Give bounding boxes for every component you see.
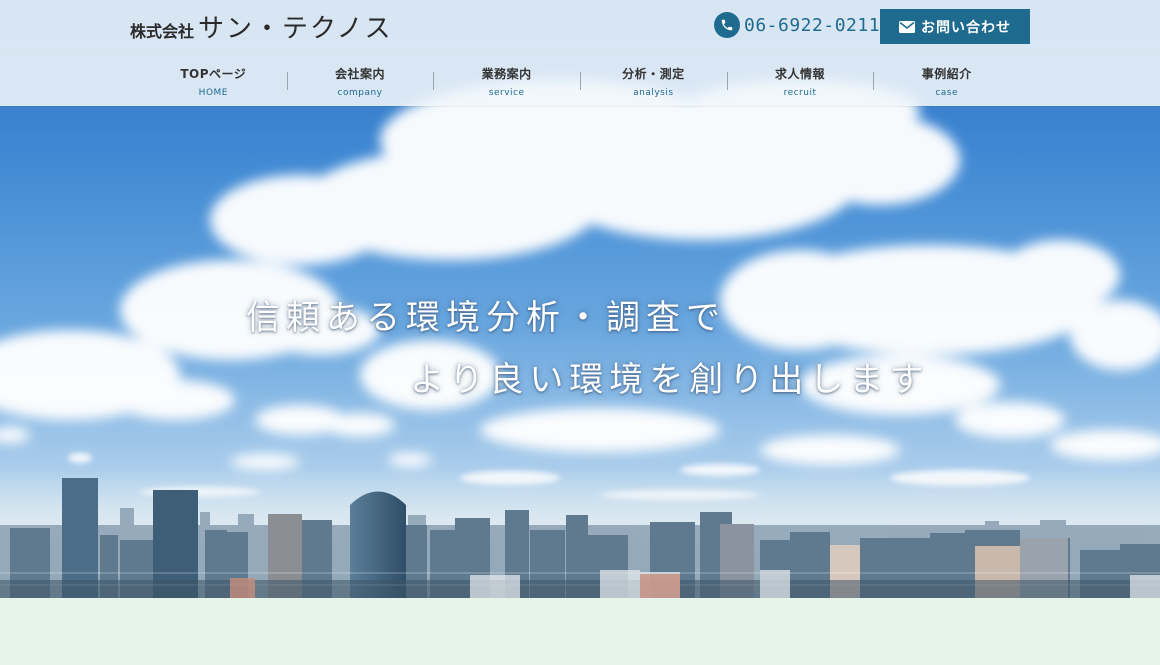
phone-contact[interactable]: 06-6922-0211 — [714, 12, 880, 38]
nav-sublabel: case — [935, 87, 959, 98]
site-header: 株式会社 サン・テクノス 06-6922-0211 お問い合わせ TOPページ … — [0, 0, 1160, 106]
contact-button[interactable]: お問い合わせ — [880, 9, 1030, 44]
nav-item-service[interactable]: 業務案内 service — [433, 56, 580, 106]
nav-item-case[interactable]: 事例紹介 case — [873, 56, 1020, 106]
nav-sublabel: recruit — [783, 87, 817, 98]
nav-item-analysis[interactable]: 分析・測定 analysis — [580, 56, 727, 106]
nav-label: TOPページ — [180, 66, 247, 81]
nav-label: 事例紹介 — [921, 66, 972, 81]
nav-sublabel: service — [488, 87, 525, 98]
nav-label: 求人情報 — [775, 66, 826, 81]
nav-item-recruit[interactable]: 求人情報 recruit — [726, 56, 874, 106]
content-start-band — [0, 598, 1160, 665]
main-nav: TOPページ HOME 会社案内 company 業務案内 service 分析… — [140, 56, 1020, 106]
nav-sublabel: analysis — [633, 87, 674, 98]
company-name: サン・テクノス — [198, 14, 393, 44]
nav-item-home[interactable]: TOPページ HOME — [140, 56, 287, 106]
phone-icon — [714, 12, 740, 38]
mail-icon — [899, 20, 915, 33]
nav-label: 業務案内 — [481, 66, 532, 81]
nav-label: 会社案内 — [335, 66, 386, 81]
company-logo[interactable]: 株式会社 サン・テクノス — [130, 11, 392, 45]
nav-label: 分析・測定 — [622, 66, 685, 81]
hero-tagline-line1: 信頼ある環境分析・調査で — [246, 298, 726, 338]
company-prefix: 株式会社 — [130, 22, 195, 41]
contact-button-label: お問い合わせ — [921, 19, 1011, 36]
phone-number: 06-6922-0211 — [744, 14, 881, 36]
nav-sublabel: HOME — [198, 87, 228, 98]
nav-item-company[interactable]: 会社案内 company — [286, 56, 434, 106]
nav-sublabel: company — [337, 87, 383, 98]
hero-tagline-line2: より良い環境を創り出します — [410, 360, 930, 400]
